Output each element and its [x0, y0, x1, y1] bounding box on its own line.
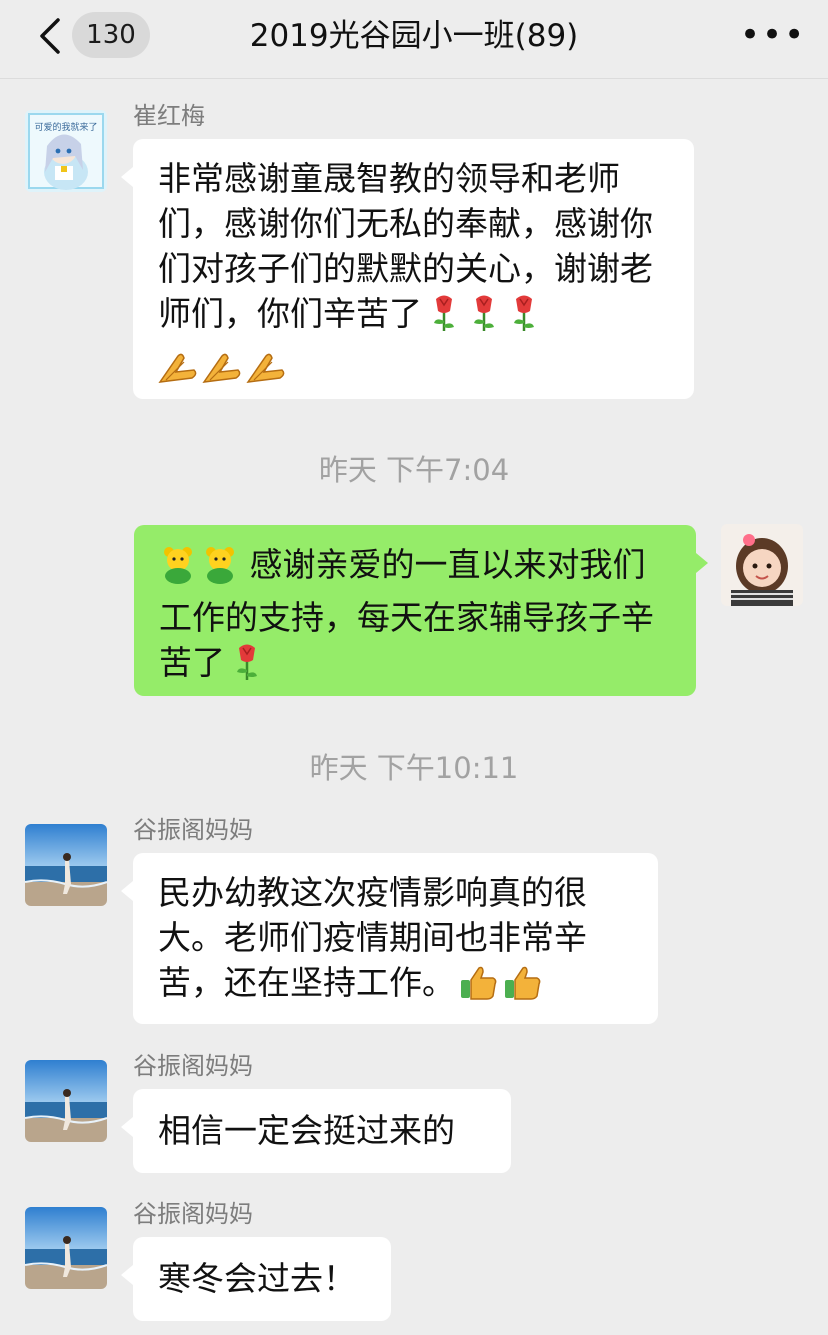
rose-emoji-icon — [506, 293, 542, 344]
message-bubble[interactable]: 感谢亲爱的一直以来对我们工作的支持，每天在家辅导孩子辛苦了 — [134, 525, 708, 696]
sender-name: 谷振阁妈妈 — [133, 1052, 253, 1080]
thumbs-up-emoji-icon — [503, 964, 543, 1013]
chat-title: 2019光谷园小一班(89) — [249, 18, 579, 54]
sender-name: 谷振阁妈妈 — [133, 816, 253, 844]
beach-avatar[interactable] — [25, 1207, 107, 1289]
little-girl-avatar[interactable] — [721, 524, 803, 606]
beach-avatar[interactable] — [25, 1060, 107, 1142]
beach-avatar[interactable] — [25, 824, 107, 906]
message-text: 寒冬会过去！ — [158, 1259, 356, 1298]
unread-count-badge[interactable]: 130 — [72, 12, 150, 58]
anime-girl-avatar[interactable]: 可爱的我就来了 — [25, 110, 107, 192]
thumbs-up-emoji-icon — [459, 964, 499, 1013]
clap-emoji-icon — [202, 350, 242, 397]
message-timestamp: 昨天 下午7:04 — [318, 453, 510, 487]
sender-name: 谷振阁妈妈 — [133, 1200, 253, 1228]
rose-emoji-icon — [229, 642, 265, 693]
message-bubble[interactable]: 非常感谢童晟智教的领导和老师们，感谢你们无私的奉献，感谢你们对孩子们的默默的关心… — [121, 139, 694, 399]
message-timestamp: 昨天 下午10:11 — [309, 751, 519, 785]
more-dots-icon[interactable]: ••• — [740, 18, 804, 52]
rose-emoji-icon — [466, 293, 502, 344]
chat-header: 130 2019光谷园小一班(89) ••• — [0, 0, 828, 79]
sender-name: 崔红梅 — [133, 102, 205, 130]
message-bubble[interactable]: 寒冬会过去！ — [121, 1237, 391, 1321]
bear-emoji-icon — [201, 544, 239, 595]
rose-emoji-icon — [426, 293, 462, 344]
chevron-left-icon[interactable] — [32, 14, 72, 58]
message-text: 非常感谢童晟智教的领导和老师们，感谢你们无私的奉献，感谢你们对孩子们的默默的关心… — [158, 159, 653, 333]
bear-emoji-icon — [159, 544, 197, 595]
clap-emoji-icon — [158, 350, 198, 397]
message-bubble[interactable]: 民办幼教这次疫情影响真的很大。老师们疫情期间也非常辛苦，还在坚持工作。 — [121, 853, 658, 1024]
message-bubble[interactable]: 相信一定会挺过来的 — [121, 1089, 511, 1173]
message-text: 相信一定会挺过来的 — [158, 1111, 455, 1150]
clap-emoji-icon — [246, 350, 286, 397]
avatar-caption: 可爱的我就来了 — [34, 121, 97, 133]
